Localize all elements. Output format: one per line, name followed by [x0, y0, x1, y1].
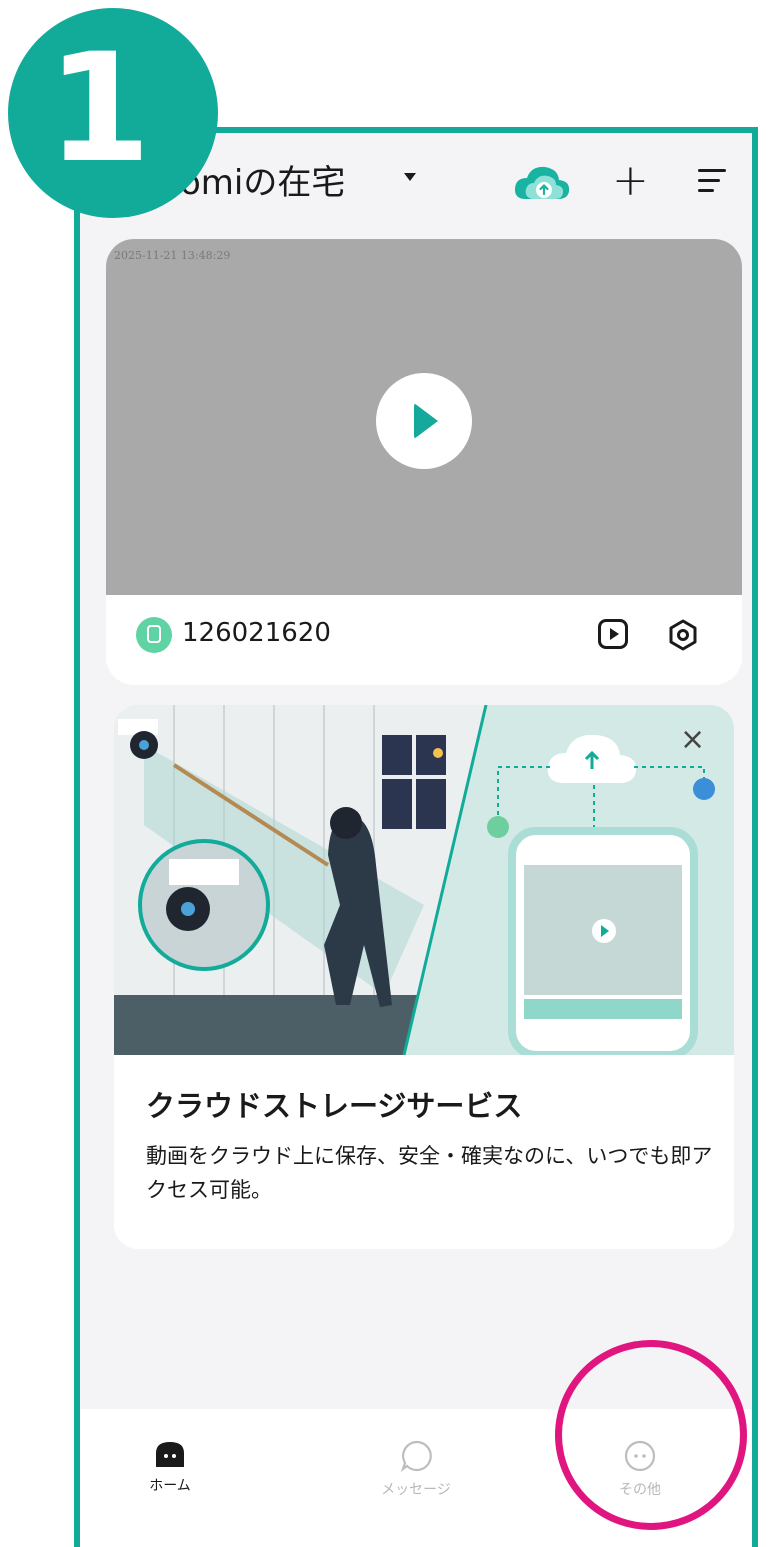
tab-messages[interactable]: メッセージ — [356, 1439, 476, 1499]
playback-icon[interactable] — [598, 619, 628, 649]
menu-icon[interactable] — [698, 169, 726, 199]
camera-device-id[interactable]: 126021620 — [182, 618, 331, 648]
close-icon[interactable]: × — [680, 725, 705, 755]
highlight-ring — [555, 1340, 747, 1530]
cloud-storage-promo-card[interactable]: × クラウドストレージサービス 動画をクラウド上に保存、安全・確実なのに、いつで… — [114, 705, 734, 1249]
promo-description: 動画をクラウド上に保存、安全・確実なのに、いつでも即アクセス可能。 — [146, 1144, 713, 1202]
cloud-upload-icon[interactable] — [512, 163, 572, 203]
step-badge: 1 — [8, 8, 218, 218]
promo-illustration — [114, 705, 734, 1055]
phone-screen: omiの在宅 + 2025-11-21 13:48:29 126021620 ×… — [74, 127, 758, 1547]
step-number: 1 — [46, 22, 152, 196]
camera-device-icon — [136, 617, 172, 653]
home-icon — [156, 1442, 184, 1467]
play-button[interactable] — [376, 373, 472, 469]
timestamp: 2025-11-21 13:48:29 — [114, 249, 231, 262]
promo-title: クラウドストレージサービス — [146, 1089, 523, 1123]
camera-preview[interactable]: 2025-11-21 13:48:29 — [106, 239, 742, 595]
chevron-down-icon[interactable] — [404, 173, 416, 181]
message-icon — [400, 1440, 432, 1472]
camera-card[interactable]: 2025-11-21 13:48:29 126021620 — [106, 239, 742, 685]
tab-messages-label: メッセージ — [381, 1482, 451, 1498]
add-icon[interactable]: + — [612, 159, 649, 203]
tab-home-label: ホーム — [149, 1478, 191, 1494]
settings-icon[interactable] — [666, 618, 700, 652]
tab-home[interactable]: ホーム — [110, 1439, 230, 1495]
